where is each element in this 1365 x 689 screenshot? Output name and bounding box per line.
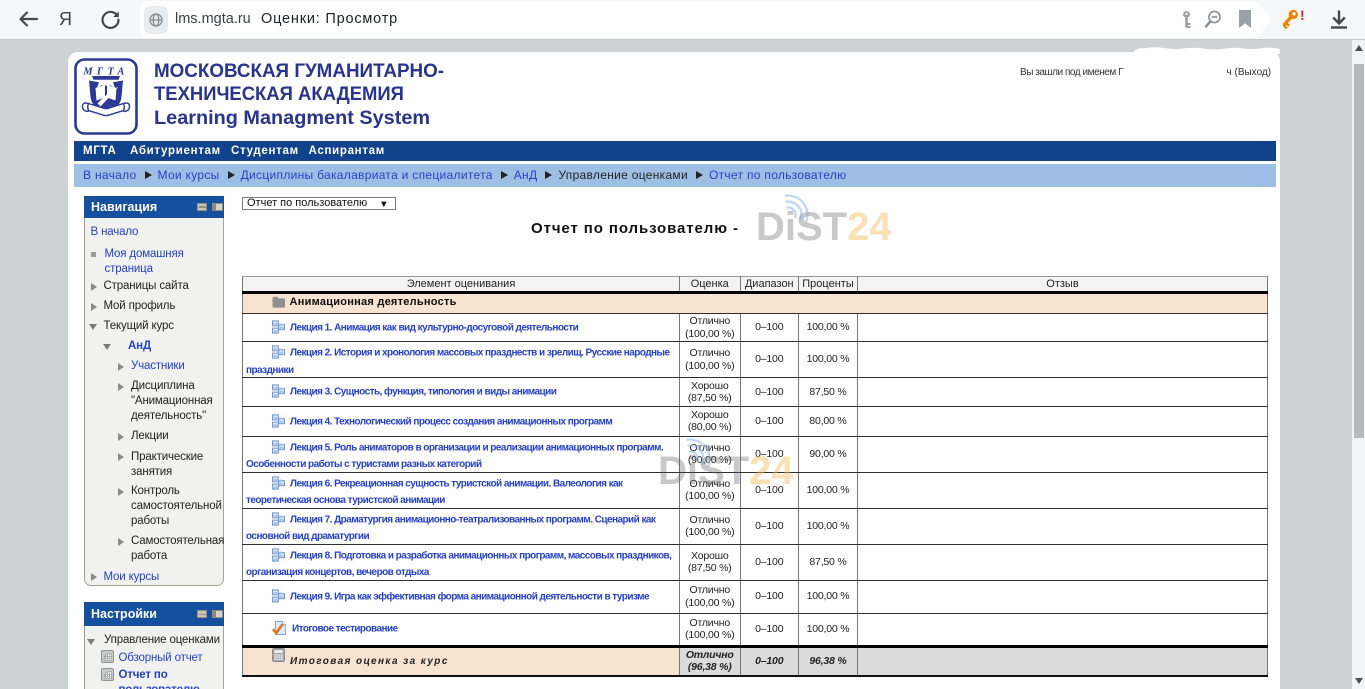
svg-text:МГТА: МГТА: [82, 67, 128, 78]
svg-text:!: !: [1300, 8, 1305, 23]
